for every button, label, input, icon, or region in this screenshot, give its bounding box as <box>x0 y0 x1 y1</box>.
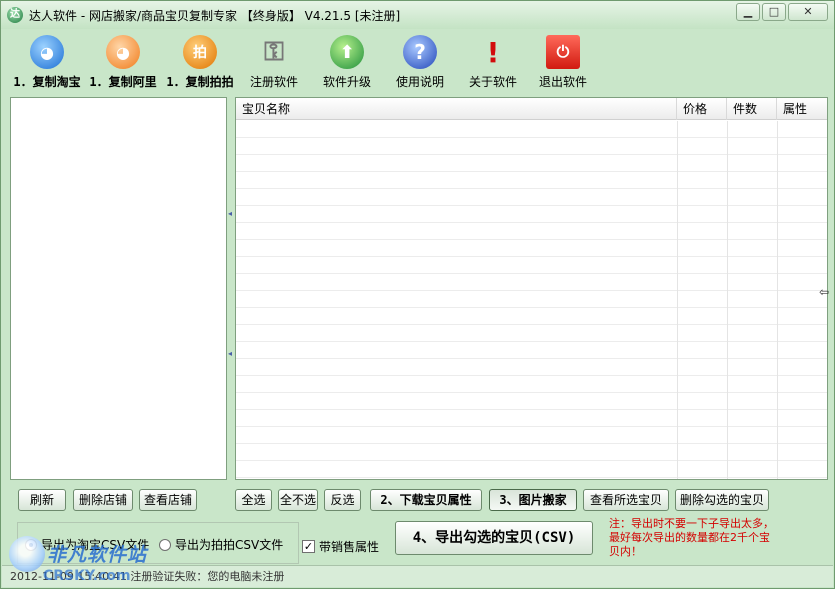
column-header-quantity[interactable]: 件数 <box>727 98 777 120</box>
taobao-icon: ◕ <box>30 35 64 69</box>
help-icon: ? <box>403 35 437 69</box>
window-title: 达人软件 - 网店搬家/商品宝贝复制专家 【终身版】 V4.21.5 [未注册] <box>29 9 401 23</box>
delete-store-button[interactable]: 删除店铺 <box>73 489 133 511</box>
toolbar-upgrade[interactable]: ⬆ 软件升级 <box>309 31 385 91</box>
view-selected-button[interactable]: 查看所选宝贝 <box>583 489 669 511</box>
main-window: 达 达人软件 - 网店搬家/商品宝贝复制专家 【终身版】 V4.21.5 [未注… <box>0 0 835 589</box>
grid-column-divider <box>727 121 728 479</box>
toolbar: ◕ 1．复制淘宝 ◕ 1．复制阿里 拍 1．复制拍拍 ⚿ 注册软件 ⬆ 软件升级… <box>9 31 595 91</box>
panel-splitter[interactable]: ◂ ◂ <box>228 97 234 480</box>
toolbar-help[interactable]: ? 使用说明 <box>385 31 455 91</box>
refresh-button[interactable]: 刷新 <box>18 489 66 511</box>
grid-body[interactable] <box>236 121 827 479</box>
maximize-button[interactable]: □ <box>762 3 786 21</box>
download-attributes-button[interactable]: 2、下载宝贝属性 <box>370 489 482 511</box>
item-grid[interactable]: 宝贝名称 价格 件数 属性 <box>235 97 828 480</box>
toolbar-label: 注册软件 <box>249 75 298 89</box>
close-button[interactable]: ✕ <box>788 3 828 21</box>
resize-cursor-icon: ⇦ <box>819 285 830 299</box>
minimize-button[interactable]: ▁ <box>736 3 760 21</box>
column-header-name[interactable]: 宝贝名称 <box>236 98 677 120</box>
view-store-button[interactable]: 查看店铺 <box>139 489 197 511</box>
toolbar-copy-alibaba[interactable]: ◕ 1．复制阿里 <box>85 31 161 91</box>
export-taobao-radio[interactable]: 导出为淘宝CSV文件 <box>25 536 149 553</box>
invert-selection-button[interactable]: 反选 <box>324 489 361 511</box>
delete-checked-button[interactable]: 删除勾选的宝贝 <box>675 489 769 511</box>
toolbar-label: 1．复制淘宝 <box>13 75 81 89</box>
checkbox-indicator: ✓ <box>302 540 315 553</box>
radio-indicator <box>159 538 171 551</box>
toolbar-label: 软件升级 <box>322 75 371 89</box>
export-paipai-radio[interactable]: 导出为拍拍CSV文件 <box>159 536 283 553</box>
column-header-price[interactable]: 价格 <box>677 98 727 120</box>
export-checked-button[interactable]: 4、导出勾选的宝贝(CSV) <box>395 521 593 555</box>
splitter-left-icon: ◂ <box>228 349 233 358</box>
radio-label: 导出为拍拍CSV文件 <box>175 538 284 552</box>
toolbar-label: 1．复制拍拍 <box>166 75 234 89</box>
grid-column-divider <box>677 121 678 479</box>
toolbar-register[interactable]: ⚿ 注册软件 <box>239 31 309 91</box>
select-all-button[interactable]: 全选 <box>235 489 272 511</box>
status-bar: 2012-11-09 15:40:41 注册验证失败：您的电脑未注册 <box>2 565 833 587</box>
toolbar-label: 1．复制阿里 <box>89 75 157 89</box>
column-header-attributes[interactable]: 属性 <box>777 98 827 120</box>
toolbar-copy-paipai[interactable]: 拍 1．复制拍拍 <box>161 31 239 91</box>
store-list[interactable] <box>10 97 227 480</box>
radio-label: 导出为淘宝CSV文件 <box>41 538 150 552</box>
grid-header: 宝贝名称 价格 件数 属性 <box>236 98 827 120</box>
toolbar-label: 退出软件 <box>538 75 587 89</box>
exit-icon: ⏻ <box>546 35 580 69</box>
upgrade-icon: ⬆ <box>330 35 364 69</box>
keys-icon: ⚿ <box>264 36 284 67</box>
toolbar-label: 使用说明 <box>395 75 444 89</box>
toolbar-copy-taobao[interactable]: ◕ 1．复制淘宝 <box>9 31 85 91</box>
image-move-button[interactable]: 3、图片搬家 <box>489 489 577 511</box>
window-controls: ▁ □ ✕ <box>736 3 828 21</box>
toolbar-exit[interactable]: ⏻ 退出软件 <box>531 31 595 91</box>
toolbar-label: 关于软件 <box>468 75 517 89</box>
alibaba-icon: ◕ <box>106 35 140 69</box>
checkbox-label: 带销售属性 <box>319 540 380 554</box>
splitter-left-icon: ◂ <box>228 209 233 218</box>
export-note: 注：导出时不要一下子导出太多，最好每次导出的数量都在2千个宝贝内！ <box>609 517 774 558</box>
paipai-icon: 拍 <box>183 35 217 69</box>
toolbar-about[interactable]: ! 关于软件 <box>455 31 531 91</box>
app-icon: 达 <box>7 7 23 23</box>
radio-indicator <box>25 538 37 551</box>
about-icon: ! <box>486 35 500 69</box>
title-bar: 达 达人软件 - 网店搬家/商品宝贝复制专家 【终身版】 V4.21.5 [未注… <box>1 1 834 29</box>
select-none-button[interactable]: 全不选 <box>278 489 318 511</box>
grid-column-divider <box>777 121 778 479</box>
with-sales-attr-checkbox[interactable]: ✓ 带销售属性 <box>302 538 379 555</box>
